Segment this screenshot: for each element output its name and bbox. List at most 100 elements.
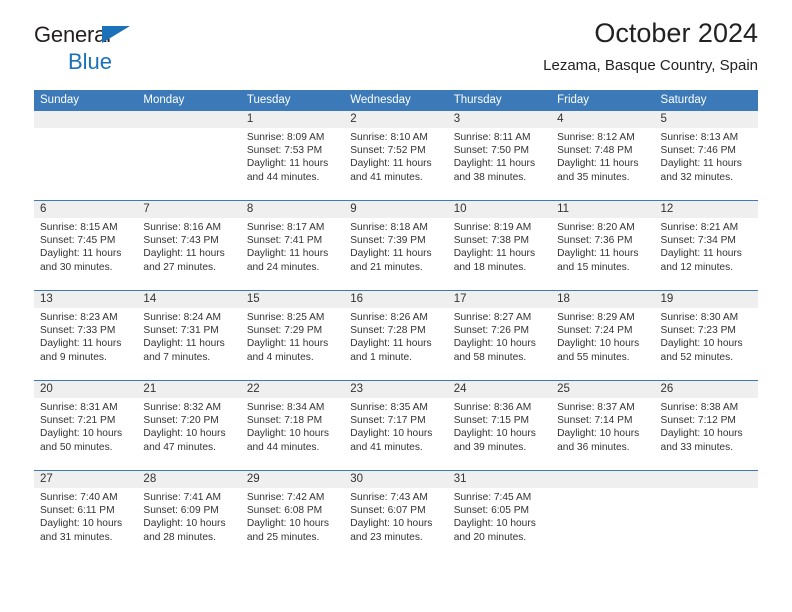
day-number[interactable]: 15 [241,291,344,308]
sunrise-text: Sunrise: 8:26 AM [350,312,428,323]
daylight-text-line1: Daylight: 11 hours [453,158,536,170]
sunset-text: Sunset: 7:33 PM [40,325,116,337]
day-number[interactable]: 24 [448,381,551,398]
day-cell[interactable]: Sunrise: 8:29 AM Sunset: 7:24 PM Daylight:… [551,308,654,380]
day-number[interactable]: 31 [448,471,551,488]
logo-word-general: General [34,22,111,47]
daylight-text-line1: Daylight: 11 hours [350,158,432,170]
day-number[interactable]: 17 [448,291,551,308]
day-detail-band: Sunrise: 8:09 AM Sunset: 7:53 PM Daylight:… [34,128,758,200]
day-number[interactable]: 29 [241,471,344,488]
day-number[interactable]: 28 [137,471,240,488]
sunset-text: Sunset: 7:12 PM [660,415,736,427]
day-number[interactable]: 30 [344,471,447,488]
day-number[interactable]: 25 [551,381,654,398]
day-cell[interactable]: Sunrise: 8:34 AM Sunset: 7:18 PM Daylight:… [241,398,344,470]
day-cell[interactable]: Sunrise: 8:26 AM Sunset: 7:28 PM Daylight:… [344,308,447,380]
day-cell[interactable]: Sunrise: 8:18 AM Sunset: 7:39 PM Daylight:… [344,218,447,290]
daylight-text-line1: Daylight: 11 hours [40,248,122,260]
day-number[interactable]: 27 [34,471,137,488]
day-number[interactable]: 3 [448,111,551,128]
day-number-band: 13 14 15 16 17 18 19 [34,291,758,308]
day-cell[interactable]: Sunrise: 8:25 AM Sunset: 7:29 PM Daylight:… [241,308,344,380]
sunrise-text: Sunrise: 8:12 AM [557,132,635,143]
day-cell[interactable]: Sunrise: 8:17 AM Sunset: 7:41 PM Daylight:… [241,218,344,290]
day-number[interactable]: 26 [655,381,758,398]
day-cell[interactable]: Sunrise: 8:36 AM Sunset: 7:15 PM Daylight:… [448,398,551,470]
day-number[interactable]: 4 [551,111,654,128]
sunset-text: Sunset: 7:53 PM [246,145,323,157]
day-cell[interactable]: Sunrise: 8:09 AM Sunset: 7:53 PM Daylight:… [241,128,344,200]
day-number[interactable]: 10 [448,201,551,218]
sunrise-text: Sunrise: 8:21 AM [660,222,739,233]
day-number[interactable]: 8 [241,201,344,218]
day-number[interactable]: 21 [137,381,240,398]
day-cell[interactable]: Sunrise: 8:13 AM Sunset: 7:46 PM Daylight:… [655,128,758,200]
day-cell[interactable]: Sunrise: 8:10 AM Sunset: 7:52 PM Daylight:… [344,128,447,200]
sunrise-text: Sunrise: 8:17 AM [246,222,325,233]
day-number[interactable]: 7 [137,201,240,218]
day-number[interactable]: 9 [344,201,447,218]
daylight-text-line1: Daylight: 11 hours [246,338,329,350]
day-cell[interactable]: Sunrise: 8:30 AM Sunset: 7:23 PM Daylight:… [655,308,758,380]
sunset-text: Sunset: 7:36 PM [557,235,633,247]
daylight-text-line1: Daylight: 10 hours [660,428,743,440]
day-number[interactable]: 22 [241,381,344,398]
day-cell[interactable]: Sunrise: 8:12 AM Sunset: 7:48 PM Daylight:… [551,128,654,200]
sunrise-text: Sunrise: 7:41 AM [143,492,222,503]
day-number[interactable]: 16 [344,291,447,308]
daylight-text-line2: and 35 minutes. [557,171,630,183]
day-number-empty [34,111,137,128]
day-cell[interactable]: Sunrise: 8:16 AM Sunset: 7:43 PM Daylight:… [137,218,240,290]
day-number[interactable]: 12 [655,201,758,218]
day-number[interactable]: 1 [241,111,344,128]
day-cell[interactable]: Sunrise: 7:42 AM Sunset: 6:08 PM Daylight:… [241,488,344,560]
day-number[interactable]: 23 [344,381,447,398]
day-number[interactable]: 13 [34,291,137,308]
day-cell[interactable]: Sunrise: 8:35 AM Sunset: 7:17 PM Daylight:… [344,398,447,470]
sunrise-text: Sunrise: 8:18 AM [350,222,428,233]
day-cell[interactable]: Sunrise: 8:11 AM Sunset: 7:50 PM Daylight:… [448,128,551,200]
daylight-text-line1: Daylight: 10 hours [350,428,433,440]
day-cell-empty [655,488,758,560]
day-cell-empty [137,128,240,200]
day-cell[interactable]: Sunrise: 8:21 AM Sunset: 7:34 PM Daylight:… [655,218,758,290]
day-cell[interactable]: Sunrise: 8:15 AM Sunset: 7:45 PM Daylight:… [34,218,137,290]
day-cell[interactable]: Sunrise: 7:45 AM Sunset: 6:05 PM Daylight:… [448,488,551,560]
day-cell[interactable]: Sunrise: 8:31 AM Sunset: 7:21 PM Daylight:… [34,398,137,470]
sunrise-text: Sunrise: 7:42 AM [246,492,325,503]
day-cell[interactable]: Sunrise: 7:40 AM Sunset: 6:11 PM Daylight:… [34,488,137,560]
calendar-weeks: 1 2 3 4 5 Sunrise: 8:09 AM Sunset: 7:53 PM Dayl… [34,111,758,560]
day-number[interactable]: 5 [655,111,758,128]
day-number[interactable]: 6 [34,201,137,218]
day-cell[interactable]: Sunrise: 8:37 AM Sunset: 7:14 PM Daylight:… [551,398,654,470]
day-number[interactable]: 20 [34,381,137,398]
sunset-text: Sunset: 6:07 PM [350,505,426,517]
day-cell[interactable]: Sunrise: 8:20 AM Sunset: 7:36 PM Daylight:… [551,218,654,290]
day-cell[interactable]: Sunrise: 8:32 AM Sunset: 7:20 PM Daylight:… [137,398,240,470]
sunrise-text: Sunrise: 8:10 AM [350,132,428,143]
day-cell[interactable]: Sunrise: 8:24 AM Sunset: 7:31 PM Daylight:… [137,308,240,380]
sunset-text: Sunset: 7:21 PM [40,415,116,427]
day-number[interactable]: 11 [551,201,654,218]
sunrise-text: Sunrise: 8:27 AM [453,312,532,323]
day-cell[interactable]: Sunrise: 7:43 AM Sunset: 6:07 PM Daylight:… [344,488,447,560]
day-number-band: 6 7 8 9 10 11 12 [34,201,758,218]
day-cell[interactable]: Sunrise: 8:23 AM Sunset: 7:33 PM Daylight:… [34,308,137,380]
daylight-text-line2: and 27 minutes. [143,261,216,273]
daylight-text-line1: Daylight: 11 hours [350,248,432,260]
day-number[interactable]: 2 [344,111,447,128]
day-number[interactable]: 18 [551,291,654,308]
general-blue-logo[interactable]: General Blue [34,24,244,76]
weekday-header-tuesday: Tuesday [246,94,291,106]
daylight-text-line2: and 41 minutes. [350,441,423,453]
page-header: General Blue October 2024 Lezama, Basque… [34,0,758,74]
day-cell[interactable]: Sunrise: 7:41 AM Sunset: 6:09 PM Daylight:… [137,488,240,560]
day-cell[interactable]: Sunrise: 8:27 AM Sunset: 7:26 PM Daylight:… [448,308,551,380]
day-cell[interactable]: Sunrise: 8:38 AM Sunset: 7:12 PM Daylight:… [655,398,758,470]
sunset-text: Sunset: 7:26 PM [453,325,530,337]
day-number[interactable]: 19 [655,291,758,308]
day-number[interactable]: 14 [137,291,240,308]
day-cell[interactable]: Sunrise: 8:19 AM Sunset: 7:38 PM Daylight:… [448,218,551,290]
week-row: 13 14 15 16 17 18 19 Sunrise: 8:23 AM Sunset: 7:… [34,290,758,380]
